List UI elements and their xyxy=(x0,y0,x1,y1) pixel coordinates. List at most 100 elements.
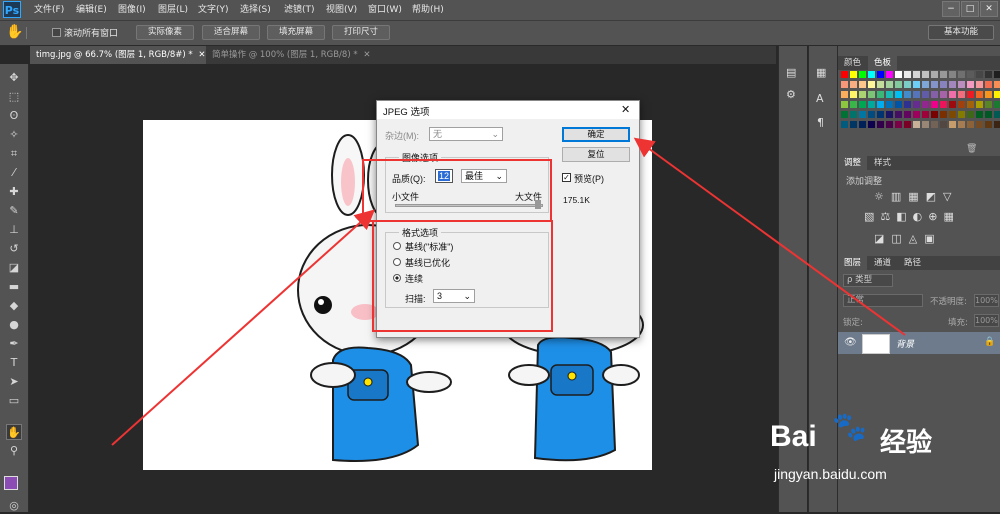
paragraph-icon[interactable]: ¶ xyxy=(817,116,824,129)
color-swatch[interactable] xyxy=(877,121,884,128)
color-swatch[interactable] xyxy=(976,81,983,88)
color-swatch[interactable] xyxy=(949,121,956,128)
visibility-eye-icon[interactable]: 👁 xyxy=(844,337,857,348)
color-swatch[interactable] xyxy=(886,71,893,78)
color-swatch[interactable] xyxy=(931,121,938,128)
color-swatch[interactable] xyxy=(841,91,848,98)
color-swatch[interactable] xyxy=(868,111,875,118)
color-swatch[interactable] xyxy=(859,71,866,78)
tab-simple-ops[interactable]: 简单操作 @ 100% (图层 1, RGB/8) * ✕ xyxy=(206,46,380,64)
blur-tool-icon[interactable]: ◆ xyxy=(6,298,22,314)
fill-screen-button[interactable]: 填充屏幕 xyxy=(267,25,325,40)
color-swatch[interactable] xyxy=(985,71,992,78)
matte-select[interactable]: 无 ⌄ xyxy=(429,127,503,141)
gradient-tool-icon[interactable]: ▬ xyxy=(6,279,22,295)
pen-tool-icon[interactable]: ✒ xyxy=(6,336,22,352)
color-swatch[interactable] xyxy=(967,81,974,88)
color-swatch[interactable] xyxy=(940,81,947,88)
color-swatch[interactable] xyxy=(958,71,965,78)
tab-channels[interactable]: 通道 xyxy=(868,256,897,270)
color-swatch[interactable] xyxy=(913,121,920,128)
color-swatch[interactable] xyxy=(877,71,884,78)
magic-wand-icon[interactable]: ✧ xyxy=(6,127,22,143)
color-swatch[interactable] xyxy=(895,101,902,108)
color-swatch[interactable] xyxy=(940,101,947,108)
color-swatch[interactable] xyxy=(976,71,983,78)
color-swatch[interactable] xyxy=(850,71,857,78)
color-swatch[interactable] xyxy=(967,101,974,108)
zoom-tool-icon[interactable]: ⚲ xyxy=(6,443,22,459)
actions-icon[interactable]: ▦ xyxy=(816,66,826,79)
color-swatch[interactable] xyxy=(940,121,947,128)
color-swatch[interactable] xyxy=(877,111,884,118)
color-swatch[interactable] xyxy=(967,111,974,118)
color-swatch[interactable] xyxy=(904,121,911,128)
color-swatch[interactable] xyxy=(922,111,929,118)
eyedropper-icon[interactable]: ⁄ xyxy=(6,165,22,181)
color-swatch[interactable] xyxy=(841,71,848,78)
color-swatch[interactable] xyxy=(904,111,911,118)
color-swatch[interactable] xyxy=(967,71,974,78)
color-swatch[interactable] xyxy=(868,91,875,98)
color-swatch[interactable] xyxy=(913,101,920,108)
color-swatch[interactable] xyxy=(859,111,866,118)
layer-row-background[interactable]: 👁 背景 🔒 xyxy=(838,332,1000,354)
color-swatch[interactable] xyxy=(850,91,857,98)
color-swatch[interactable] xyxy=(877,81,884,88)
color-swatch[interactable] xyxy=(976,111,983,118)
properties-icon[interactable]: ⚙ xyxy=(786,88,796,101)
history-brush-icon[interactable]: ↺ xyxy=(6,241,22,257)
color-swatch[interactable] xyxy=(841,121,848,128)
color-swatch[interactable] xyxy=(994,81,1000,88)
workspace-switcher[interactable]: 基本功能 xyxy=(928,25,994,40)
color-swatch[interactable] xyxy=(985,121,992,128)
tab-color[interactable]: 颜色 xyxy=(838,56,867,70)
trash-icon[interactable]: 🗑 xyxy=(966,144,977,154)
tab-swatches[interactable]: 色板 xyxy=(868,56,898,70)
color-swatch[interactable] xyxy=(985,91,992,98)
history-icon[interactable]: ▤ xyxy=(786,66,796,79)
close-icon[interactable]: ✕ xyxy=(198,50,205,60)
marquee-tool-icon[interactable]: ⬚ xyxy=(6,89,22,105)
maximize-button[interactable]: □ xyxy=(961,1,979,17)
lasso-tool-icon[interactable]: ʘ xyxy=(6,108,22,124)
reset-button[interactable]: 复位 xyxy=(562,147,630,162)
tab-adjustments[interactable]: 调整 xyxy=(838,156,868,170)
color-swatch[interactable] xyxy=(976,101,983,108)
menu-select[interactable]: 选择(S) xyxy=(240,0,271,20)
close-icon[interactable]: ✕ xyxy=(621,103,630,116)
color-swatch[interactable] xyxy=(913,91,920,98)
color-swatch[interactable] xyxy=(904,91,911,98)
eraser-tool-icon[interactable]: ◪ xyxy=(6,260,22,276)
color-swatch[interactable] xyxy=(877,91,884,98)
type-tool-icon[interactable]: T xyxy=(6,355,22,371)
color-swatch[interactable] xyxy=(949,81,956,88)
color-swatch[interactable] xyxy=(958,81,965,88)
color-swatch[interactable] xyxy=(922,101,929,108)
color-swatch[interactable] xyxy=(859,91,866,98)
color-swatch[interactable] xyxy=(976,121,983,128)
tab-layers[interactable]: 图层 xyxy=(838,256,868,270)
color-swatch[interactable] xyxy=(895,71,902,78)
color-swatch[interactable] xyxy=(949,101,956,108)
color-swatch[interactable] xyxy=(913,111,920,118)
fit-screen-button[interactable]: 适合屏幕 xyxy=(202,25,260,40)
color-swatch[interactable] xyxy=(859,121,866,128)
minimize-button[interactable]: − xyxy=(942,1,960,17)
color-swatch[interactable] xyxy=(841,81,848,88)
menu-type[interactable]: 文字(Y) xyxy=(198,0,229,20)
color-swatch[interactable] xyxy=(958,91,965,98)
tab-styles[interactable]: 样式 xyxy=(868,156,897,170)
menu-view[interactable]: 视图(V) xyxy=(326,0,357,20)
color-swatch[interactable] xyxy=(958,101,965,108)
color-swatch[interactable] xyxy=(868,81,875,88)
tab-paths[interactable]: 路径 xyxy=(898,256,927,270)
hand-tool-icon[interactable]: ✋ xyxy=(6,424,22,440)
color-swatch[interactable] xyxy=(913,81,920,88)
color-swatch[interactable] xyxy=(931,71,938,78)
foreground-color-swatch[interactable] xyxy=(4,476,18,490)
color-swatch[interactable] xyxy=(877,101,884,108)
move-tool-icon[interactable]: ✥ xyxy=(6,70,22,86)
color-swatch[interactable] xyxy=(949,91,956,98)
color-swatch[interactable] xyxy=(940,111,947,118)
